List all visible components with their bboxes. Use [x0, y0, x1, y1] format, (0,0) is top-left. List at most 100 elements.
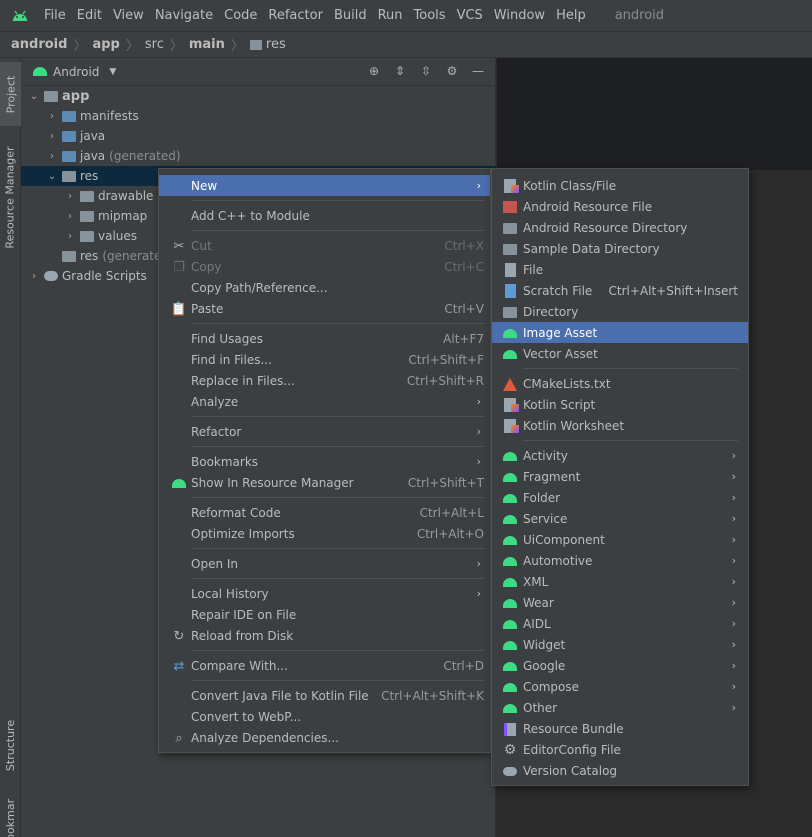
submenu-item-widget[interactable]: Widget › — [492, 634, 748, 655]
menu-item-label: EditorConfig File — [523, 742, 621, 757]
tree-item-java-generated[interactable]: › java (generated) — [21, 146, 496, 166]
menu-item-paste[interactable]: 📋 Paste Ctrl+V — [159, 298, 490, 319]
tree-item-app[interactable]: ⌄ app — [21, 86, 496, 106]
menu-item-repair-ide[interactable]: Repair IDE on File — [159, 604, 490, 625]
menu-code[interactable]: Code — [220, 0, 261, 31]
gear-icon[interactable]: ⚙ — [443, 62, 461, 80]
chevron-right-icon[interactable]: › — [63, 211, 77, 222]
menu-item-new[interactable]: New › — [159, 175, 490, 196]
menu-item-local-history[interactable]: Local History › — [159, 583, 490, 604]
tree-item-manifests[interactable]: › manifests — [21, 106, 496, 126]
tab-structure[interactable]: Structure — [0, 710, 21, 780]
menu-window[interactable]: Window — [490, 0, 549, 31]
select-opened-file-icon[interactable]: ⊕ — [365, 62, 383, 80]
menu-item-reformat-code[interactable]: Reformat Code Ctrl+Alt+L — [159, 502, 490, 523]
submenu-item-scratch-file[interactable]: Scratch File Ctrl+Alt+Shift+Insert — [492, 280, 748, 301]
chevron-right-icon[interactable]: › — [27, 271, 41, 282]
submenu-item-google[interactable]: Google › — [492, 655, 748, 676]
menu-item-analyze-dependencies[interactable]: ⌕ Analyze Dependencies... — [159, 727, 490, 748]
collapse-all-icon[interactable]: ⇳ — [417, 62, 435, 80]
breadcrumb-src[interactable]: src — [145, 37, 164, 52]
menu-item-compare-with[interactable]: ⇄ Compare With... Ctrl+D — [159, 655, 490, 676]
submenu-item-automotive[interactable]: Automotive › — [492, 550, 748, 571]
menu-item-reload-from-disk[interactable]: ↻ Reload from Disk — [159, 625, 490, 646]
submenu-item-compose[interactable]: Compose › — [492, 676, 748, 697]
kotlin-file-icon — [502, 178, 519, 194]
submenu-item-directory[interactable]: Directory — [492, 301, 748, 322]
menu-item-find-in-files[interactable]: Find in Files... Ctrl+Shift+F — [159, 349, 490, 370]
minimize-icon[interactable]: — — [469, 62, 487, 80]
menu-item-add-cpp[interactable]: Add C++ to Module — [159, 205, 490, 226]
tab-resource-manager[interactable]: Resource Manager — [0, 138, 21, 256]
submenu-item-fragment[interactable]: Fragment › — [492, 466, 748, 487]
menu-tools[interactable]: Tools — [410, 0, 450, 31]
submenu-item-uicomponent[interactable]: UiComponent › — [492, 529, 748, 550]
submenu-item-image-asset[interactable]: Image Asset — [492, 322, 748, 343]
submenu-item-sample-data-directory[interactable]: Sample Data Directory — [492, 238, 748, 259]
menu-item-find-usages[interactable]: Find Usages Alt+F7 — [159, 328, 490, 349]
submenu-item-aidl[interactable]: AIDL › — [492, 613, 748, 634]
menu-view[interactable]: View — [109, 0, 148, 31]
menu-item-replace-in-files[interactable]: Replace in Files... Ctrl+Shift+R — [159, 370, 490, 391]
submenu-item-folder[interactable]: Folder › — [492, 487, 748, 508]
menu-item-bookmarks[interactable]: Bookmarks › — [159, 451, 490, 472]
submenu-item-kotlin-class[interactable]: Kotlin Class/File — [492, 175, 748, 196]
view-mode-selector[interactable]: Android — [53, 65, 99, 79]
chevron-down-icon[interactable]: ⌄ — [45, 171, 59, 182]
chevron-right-icon: › — [731, 617, 736, 630]
tab-project[interactable]: Project — [0, 62, 21, 126]
menu-item-show-in-resource-manager[interactable]: Show In Resource Manager Ctrl+Shift+T — [159, 472, 490, 493]
menu-build[interactable]: Build — [330, 0, 371, 31]
submenu-item-kotlin-worksheet[interactable]: Kotlin Worksheet — [492, 415, 748, 436]
chevron-right-icon[interactable]: › — [45, 131, 59, 142]
menu-item-convert-to-kotlin[interactable]: Convert Java File to Kotlin File Ctrl+Al… — [159, 685, 490, 706]
menu-separator — [191, 497, 484, 498]
menu-item-copy-path[interactable]: Copy Path/Reference... — [159, 277, 490, 298]
chevron-right-icon[interactable]: › — [63, 231, 77, 242]
chevron-right-icon: › — [731, 638, 736, 651]
submenu-item-android-resource-file[interactable]: Android Resource File — [492, 196, 748, 217]
submenu-item-version-catalog[interactable]: Version Catalog — [492, 760, 748, 781]
submenu-item-other[interactable]: Other › — [492, 697, 748, 718]
breadcrumb-android[interactable]: android — [11, 37, 67, 52]
menu-item-open-in[interactable]: Open In › — [159, 553, 490, 574]
chevron-right-icon[interactable]: › — [63, 191, 77, 202]
submenu-item-activity[interactable]: Activity › — [492, 445, 748, 466]
module-folder-icon — [44, 90, 58, 102]
android-icon — [502, 616, 518, 632]
menu-item-refactor[interactable]: Refactor › — [159, 421, 490, 442]
tree-item-label: res — [80, 249, 99, 263]
breadcrumb-app[interactable]: app — [92, 37, 119, 52]
tab-bookmarks[interactable]: Bookmarks — [0, 798, 21, 837]
submenu-item-cmakelists[interactable]: CMakeLists.txt — [492, 373, 748, 394]
menu-file[interactable]: File — [40, 0, 70, 31]
menu-item-convert-to-webp[interactable]: Convert to WebP... — [159, 706, 490, 727]
submenu-item-vector-asset[interactable]: Vector Asset — [492, 343, 748, 364]
submenu-item-xml[interactable]: XML › — [492, 571, 748, 592]
submenu-item-android-resource-directory[interactable]: Android Resource Directory — [492, 217, 748, 238]
submenu-item-editorconfig[interactable]: ⚙ EditorConfig File — [492, 739, 748, 760]
chevron-down-icon[interactable]: ⌄ — [27, 91, 41, 102]
menu-help[interactable]: Help — [552, 0, 590, 31]
menu-vcs[interactable]: VCS — [453, 0, 487, 31]
folder-icon — [80, 210, 94, 222]
chevron-right-icon[interactable]: › — [45, 151, 59, 162]
chevron-down-icon[interactable]: ▼ — [109, 67, 116, 77]
tree-item-java[interactable]: › java — [21, 126, 496, 146]
menu-edit[interactable]: Edit — [73, 0, 106, 31]
menu-item-optimize-imports[interactable]: Optimize Imports Ctrl+Alt+O — [159, 523, 490, 544]
breadcrumb-res[interactable]: res — [266, 37, 286, 52]
breadcrumb-main[interactable]: main — [189, 37, 225, 52]
submenu-item-service[interactable]: Service › — [492, 508, 748, 529]
menu-navigate[interactable]: Navigate — [151, 0, 217, 31]
menu-run[interactable]: Run — [374, 0, 407, 31]
chevron-right-icon[interactable]: › — [45, 111, 59, 122]
submenu-item-wear[interactable]: Wear › — [492, 592, 748, 613]
menu-item-analyze[interactable]: Analyze › — [159, 391, 490, 412]
submenu-item-resource-bundle[interactable]: Resource Bundle — [492, 718, 748, 739]
submenu-item-file[interactable]: File — [492, 259, 748, 280]
menu-refactor[interactable]: Refactor — [264, 0, 327, 31]
menu-item-label: Wear — [523, 595, 554, 610]
submenu-item-kotlin-script[interactable]: Kotlin Script — [492, 394, 748, 415]
expand-all-icon[interactable]: ⇕ — [391, 62, 409, 80]
